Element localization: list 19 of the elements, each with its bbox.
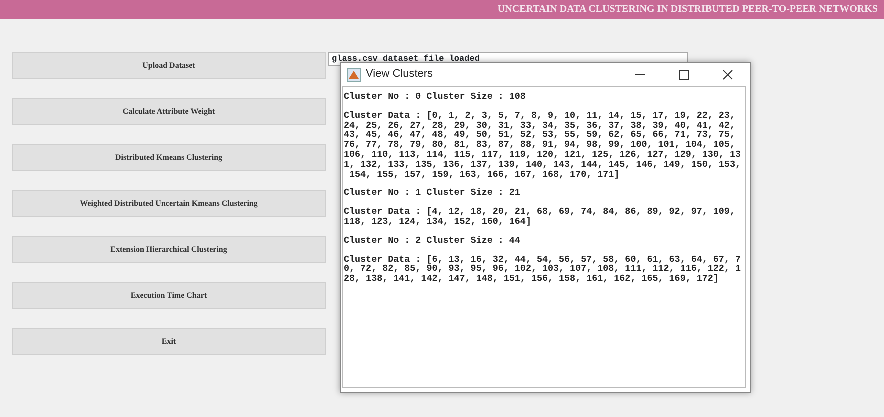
- action-button[interactable]: Execution Time Chart: [12, 282, 326, 309]
- dialog-title: View Clusters: [366, 67, 434, 82]
- action-button[interactable]: Upload Dataset: [12, 52, 326, 79]
- action-button[interactable]: Exit: [12, 328, 326, 355]
- cluster-header: Cluster No : 0 Cluster Size : 108: [344, 92, 527, 102]
- cluster-header: Cluster No : 1 Cluster Size : 21: [344, 188, 522, 198]
- cluster-data: Cluster Data : [6, 13, 16, 32, 44, 54, 56, 57, 58, 60, 61, 63, 64, 67, 7 0, 72, 82, 85, 90, 93, 95, 96, 102, 103, 107, 108, 111, 112, 116, 122, 1 28, 138, 141, 142, 147, 148, 151, 156, 158, 161, 162, 165, 169, 172]: [344, 254, 742, 284]
- action-button[interactable]: Calculate Attribute Weight: [12, 98, 326, 125]
- cluster-header: Cluster No : 2 Cluster Size : 44: [344, 236, 522, 246]
- maximize-icon[interactable]: [679, 70, 689, 80]
- action-button[interactable]: Extension Hierarchical Clustering: [12, 236, 326, 263]
- status-text: glass.csv dataset file loaded: [331, 53, 481, 65]
- action-button[interactable]: Distributed Kmeans Clustering: [12, 144, 326, 171]
- app-title: UNCERTAIN DATA CLUSTERING IN DISTRIBUTED PEER-TO-PEER NETWORKS: [498, 3, 878, 17]
- app-icon: [347, 68, 361, 82]
- cluster-data: Cluster Data : [0, 1, 2, 3, 5, 7, 8, 9, 10, 11, 14, 15, 17, 19, 22, 23, 24, 25, 26, 27, 28, 29, 30, 31, 33, 34, 35, 36, 37, 38, 39, 40, 41, 42, 43, 45, 46, 47, 48, 49, 50, 51, 52, 53, 55, 59, 62, 65, 66, 71, 73, 75, 76, 77, 78, 79, 80, 81, 83, 87, 88, 91, 94, 98, 99, 100, 101, 104, 105, 106, 110, 113, 114, 115, 117, 119, 120, 121, 125, 126, 127, 129, 130, 13 1, 132, 133, 135, 136, 137, 139, 140, 143, 144, 145, 146, 149, 150, 153, 154, 155, 157, 159, 163, 166, 167, 168, 170, 171]: [344, 110, 742, 180]
- cluster-data: Cluster Data : [4, 12, 18, 20, 21, 68, 69, 74, 84, 86, 89, 92, 97, 109, 118, 123, 124, 134, 152, 160, 164]: [344, 207, 736, 227]
- action-button[interactable]: Weighted Distributed Uncertain Kmeans Clustering: [12, 190, 326, 217]
- close-icon[interactable]: [723, 70, 733, 80]
